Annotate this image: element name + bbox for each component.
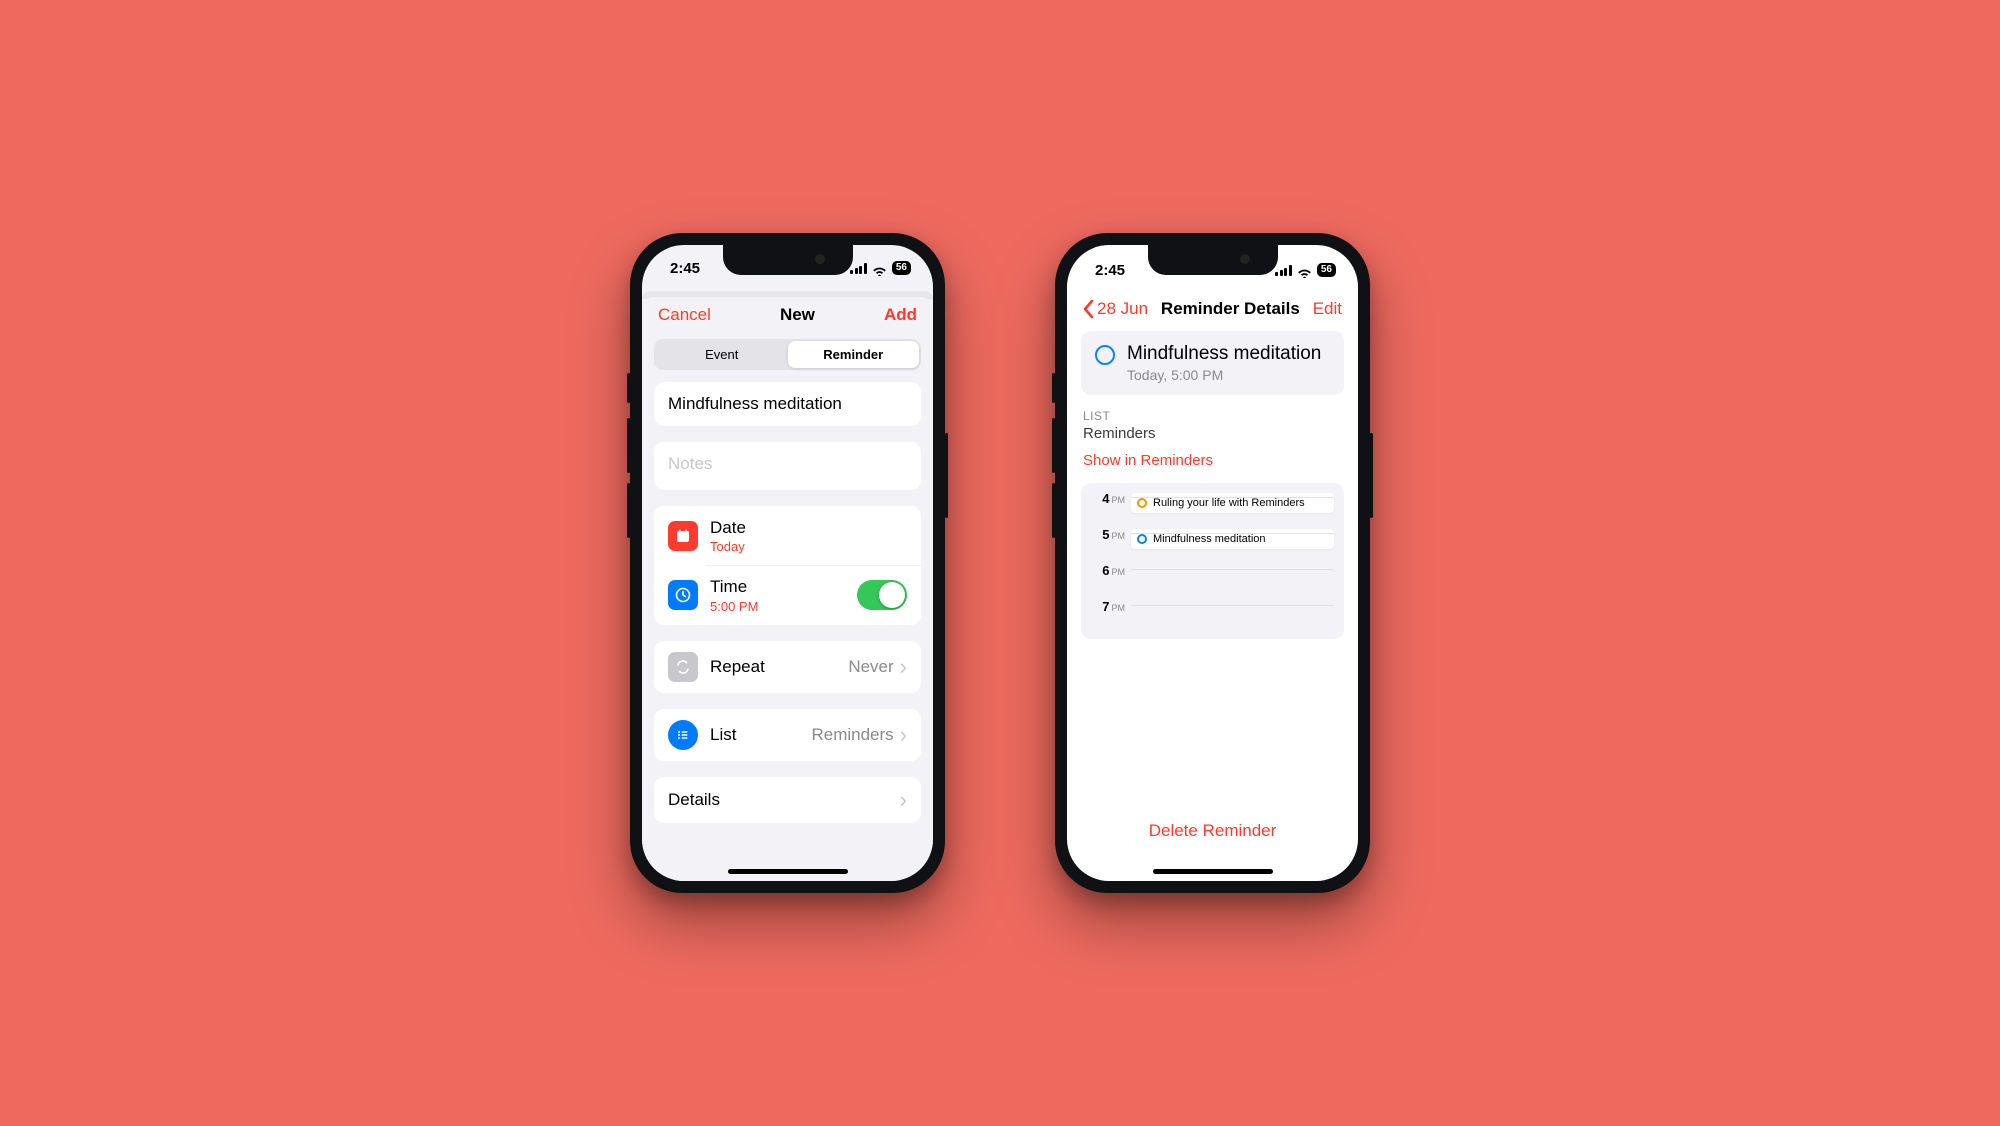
chevron-right-icon: › [900, 656, 907, 678]
time-row[interactable]: Time 5:00 PM [654, 565, 921, 624]
list-section-value: Reminders [1083, 425, 1344, 442]
status-time: 2:45 [1095, 262, 1125, 279]
list-value: Reminders [811, 725, 893, 745]
details-label: Details [668, 789, 720, 810]
repeat-icon [668, 652, 698, 682]
list-section-label: LIST [1083, 409, 1344, 423]
reminder-summary[interactable]: Mindfulness meditation Today, 5:00 PM [1081, 331, 1344, 395]
page-title: Reminder Details [1161, 299, 1300, 319]
segment-reminder[interactable]: Reminder [788, 341, 920, 368]
chevron-left-icon [1083, 299, 1095, 319]
repeat-value: Never [848, 657, 893, 677]
timeline-event[interactable]: Mindfulness meditation [1131, 529, 1334, 549]
event-title: Ruling your life with Reminders [1153, 497, 1305, 509]
timeline-hour: 5PM [1091, 525, 1125, 542]
segment-event[interactable]: Event [656, 341, 788, 368]
wifi-icon [872, 263, 887, 274]
back-button[interactable]: 28 Jun [1083, 299, 1148, 319]
chevron-right-icon: › [900, 789, 907, 811]
delete-reminder-button[interactable]: Delete Reminder [1067, 821, 1358, 841]
time-label: Time [710, 576, 758, 597]
status-time: 2:45 [670, 260, 700, 277]
timeline-hour: 6PM [1091, 561, 1125, 578]
repeat-label: Repeat [710, 656, 765, 677]
reminder-ring-icon[interactable] [1095, 345, 1115, 365]
notch [1148, 245, 1278, 275]
date-label: Date [710, 517, 746, 538]
details-row[interactable]: Details › [654, 777, 921, 823]
back-label: 28 Jun [1097, 299, 1148, 319]
time-value: 5:00 PM [710, 599, 758, 614]
add-button[interactable]: Add [884, 305, 917, 325]
event-reminder-segment[interactable]: Event Reminder [654, 339, 921, 370]
notch [723, 245, 853, 275]
home-indicator[interactable] [728, 869, 848, 874]
timeline-hour: 7PM [1091, 597, 1125, 614]
list-label: List [710, 724, 736, 745]
timeline-event[interactable]: Ruling your life with Reminders [1131, 493, 1334, 513]
battery-icon: 56 [892, 261, 911, 275]
event-title: Mindfulness meditation [1153, 533, 1266, 545]
reminder-title: Mindfulness meditation [1127, 343, 1321, 365]
clock-icon [668, 580, 698, 610]
reminder-subtitle: Today, 5:00 PM [1127, 367, 1321, 383]
new-reminder-modal: Cancel New Add Event Reminder Mindfulnes… [642, 297, 933, 881]
notes-input[interactable]: Notes [654, 442, 921, 490]
phone-right: 2:45 56 28 Jun Reminder Details Edit Min… [1055, 233, 1370, 893]
time-toggle[interactable] [857, 580, 907, 610]
date-row[interactable]: Date Today [654, 506, 921, 565]
event-dot-icon [1137, 534, 1147, 544]
cancel-button[interactable]: Cancel [658, 305, 711, 325]
repeat-row[interactable]: Repeat Never › [654, 641, 921, 693]
home-indicator[interactable] [1153, 869, 1273, 874]
timeline: 4PM Ruling your life with Reminders 5PM … [1081, 483, 1344, 639]
list-icon [668, 720, 698, 750]
chevron-right-icon: › [900, 724, 907, 746]
timeline-hour: 4PM [1091, 489, 1125, 506]
event-dot-icon [1137, 498, 1147, 508]
cellular-icon [850, 263, 867, 274]
list-row[interactable]: List Reminders › [654, 709, 921, 761]
edit-button[interactable]: Edit [1313, 299, 1342, 319]
wifi-icon [1297, 265, 1312, 276]
title-input[interactable]: Mindfulness meditation [654, 382, 921, 426]
modal-title: New [780, 305, 815, 325]
date-value: Today [710, 539, 746, 554]
calendar-icon [668, 521, 698, 551]
cellular-icon [1275, 265, 1292, 276]
phone-left: 2:45 56 Cancel New Add Event Reminder Mi… [630, 233, 945, 893]
show-in-reminders-link[interactable]: Show in Reminders [1083, 452, 1344, 469]
battery-icon: 56 [1317, 263, 1336, 277]
